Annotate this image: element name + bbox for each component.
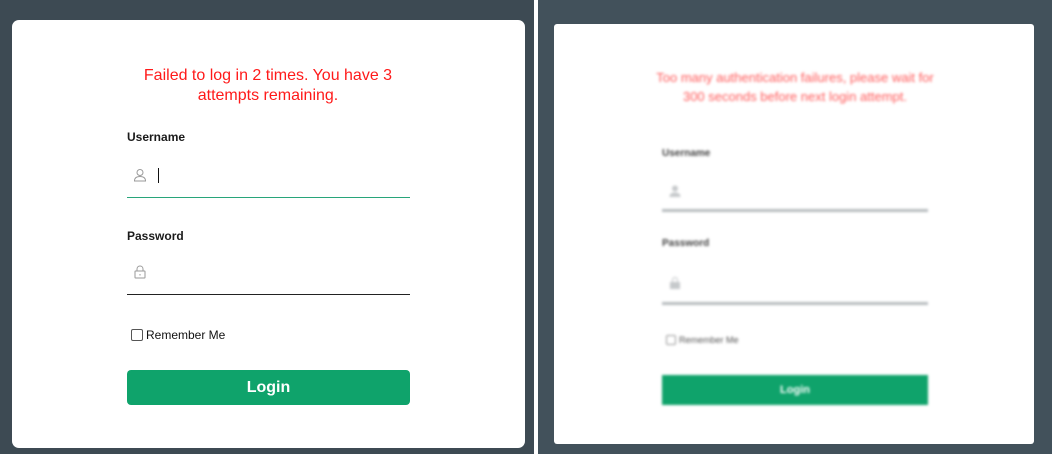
user-icon [668,184,682,198]
username-field[interactable] [127,160,410,198]
lockout-error-message: Too many authentication failures, please… [656,70,934,104]
username-label: Username [127,130,186,144]
remember-me[interactable]: Remember Me [131,328,225,342]
login-button-locked[interactable]: Login [662,375,928,405]
remember-me-label: Remember Me [146,328,226,342]
user-icon [133,168,147,182]
login-button[interactable]: Login [127,370,410,405]
password-field[interactable] [127,256,410,295]
username-field-locked[interactable] [662,174,928,212]
login-panel-left: Failed to log in 2 times. You have 3 att… [0,0,534,454]
lock-icon [133,265,147,279]
password-field-locked[interactable] [662,266,928,305]
login-card: Failed to log in 2 times. You have 3 att… [12,20,525,448]
password-label: Password [127,229,184,243]
login-error-message: Failed to log in 2 times. You have 3 att… [143,67,393,104]
remember-me-label-locked: Remember Me [679,335,739,345]
remember-me-checkbox[interactable] [131,329,143,341]
username-label-locked: Username [662,148,711,159]
remember-me-checkbox-locked[interactable] [666,335,676,345]
login-card-locked: Too many authentication failures, please… [554,24,1034,444]
login-panel-right: Too many authentication failures, please… [538,0,1052,454]
remember-me-locked[interactable]: Remember Me [666,335,739,345]
text-caret [158,168,159,183]
password-label-locked: Password [662,238,710,249]
lock-icon [668,276,682,290]
